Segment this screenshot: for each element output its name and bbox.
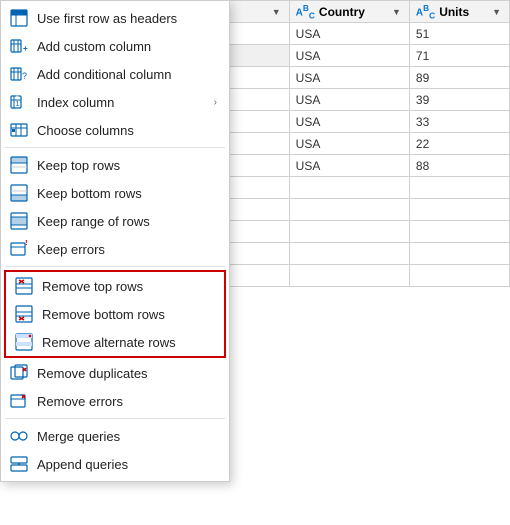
menu-item-keep-errors[interactable]: ! Keep errors [1, 235, 229, 263]
highlighted-group: Remove top rows Remove bottom rows Remove … [4, 270, 226, 358]
table-row: USA [289, 23, 409, 45]
keep-errors-icon: ! [9, 239, 29, 259]
add-col-icon: + [9, 36, 29, 56]
context-menu: Use first row as headers + Add custom colu… [0, 0, 230, 482]
menu-item-label: Use first row as headers [37, 11, 217, 26]
menu-item-label: Choose columns [37, 123, 217, 138]
table-row [289, 265, 409, 287]
table-row [289, 221, 409, 243]
menu-item-label: Keep top rows [37, 158, 217, 173]
table-row: USA [289, 111, 409, 133]
col-units-label: Units [439, 5, 469, 19]
table-row: 51 [409, 23, 509, 45]
menu-item-label: Remove bottom rows [42, 307, 212, 322]
table-row [409, 265, 509, 287]
table-row: 71 [409, 45, 509, 67]
conditional-col-icon: ? [9, 64, 29, 84]
menu-item-label: Merge queries [37, 429, 217, 444]
remove-alternate-icon [14, 332, 34, 352]
merge-icon [9, 426, 29, 446]
svg-text:1: 1 [16, 101, 20, 108]
table-row: 89 [409, 67, 509, 89]
index-col-icon: 1# [9, 92, 29, 112]
menu-item-remove-errors[interactable]: Remove errors [1, 387, 229, 415]
menu-divider [5, 147, 225, 148]
units-filter-btn[interactable]: ▼ [490, 7, 503, 17]
menu-item-choose-cols[interactable]: Choose columns [1, 116, 229, 144]
table-header-icon [9, 8, 29, 28]
col-country: ABC Country ▼ [289, 1, 409, 23]
table-row: 39 [409, 89, 509, 111]
menu-item-label: Append queries [37, 457, 217, 472]
menu-item-keep-range-rows[interactable]: Keep range of rows [1, 207, 229, 235]
menu-item-keep-top-rows[interactable]: Keep top rows [1, 151, 229, 179]
menu-divider [5, 266, 225, 267]
menu-item-label: Keep range of rows [37, 214, 217, 229]
menu-item-index-col[interactable]: 1# Index column › [1, 88, 229, 116]
menu-item-label: Remove duplicates [37, 366, 217, 381]
table-row: USA [289, 67, 409, 89]
remove-top-icon [14, 276, 34, 296]
table-row [409, 221, 509, 243]
menu-item-label: Add conditional column [37, 67, 217, 82]
country-filter-btn[interactable]: ▼ [390, 7, 403, 17]
menu-item-label: Remove alternate rows [42, 335, 212, 350]
table-row [409, 199, 509, 221]
svg-text:!: ! [25, 240, 28, 247]
menu-item-label: Keep bottom rows [37, 186, 217, 201]
table-row: 88 [409, 155, 509, 177]
svg-text:+: + [23, 44, 28, 53]
table-row [289, 199, 409, 221]
remove-dupes-icon [9, 363, 29, 383]
menu-item-remove-bottom-rows[interactable]: Remove bottom rows [6, 300, 224, 328]
menu-item-label: Keep errors [37, 242, 217, 257]
remove-errors-icon [9, 391, 29, 411]
table-row: USA [289, 89, 409, 111]
col-units: ABC Units ▼ [409, 1, 509, 23]
choose-col-icon [9, 120, 29, 140]
menu-item-remove-alternate-rows[interactable]: Remove alternate rows [6, 328, 224, 356]
table-row [289, 243, 409, 265]
menu-item-add-conditional-col[interactable]: ? Add conditional column [1, 60, 229, 88]
menu-item-merge-queries[interactable]: Merge queries [1, 422, 229, 450]
table-row [289, 177, 409, 199]
table-row [409, 177, 509, 199]
period-filter-btn[interactable]: ▼ [270, 7, 283, 17]
menu-item-remove-top-rows[interactable]: Remove top rows [6, 272, 224, 300]
remove-bottom-icon [14, 304, 34, 324]
submenu-arrow-icon: › [214, 97, 217, 108]
keep-bottom-icon [9, 183, 29, 203]
country-col-icon: ABC [296, 3, 315, 20]
table-row: 22 [409, 133, 509, 155]
table-row: USA [289, 155, 409, 177]
keep-top-icon [9, 155, 29, 175]
table-row: USA [289, 45, 409, 67]
menu-item-label: Remove top rows [42, 279, 212, 294]
menu-item-append-queries[interactable]: Append queries [1, 450, 229, 478]
keep-range-icon [9, 211, 29, 231]
menu-item-keep-bottom-rows[interactable]: Keep bottom rows [1, 179, 229, 207]
table-row: 33 [409, 111, 509, 133]
append-icon [9, 454, 29, 474]
units-col-icon: ABC [416, 3, 435, 20]
col-country-label: Country [319, 5, 365, 19]
menu-item-label: Add custom column [37, 39, 217, 54]
menu-item-add-custom-col[interactable]: + Add custom column [1, 32, 229, 60]
menu-item-label: Index column [37, 95, 206, 110]
table-row [409, 243, 509, 265]
svg-text:?: ? [22, 71, 27, 81]
menu-divider [5, 418, 225, 419]
menu-item-label: Remove errors [37, 394, 217, 409]
table-row: USA [289, 133, 409, 155]
menu-item-use-first-row[interactable]: Use first row as headers [1, 4, 229, 32]
menu-item-remove-duplicates[interactable]: Remove duplicates [1, 359, 229, 387]
